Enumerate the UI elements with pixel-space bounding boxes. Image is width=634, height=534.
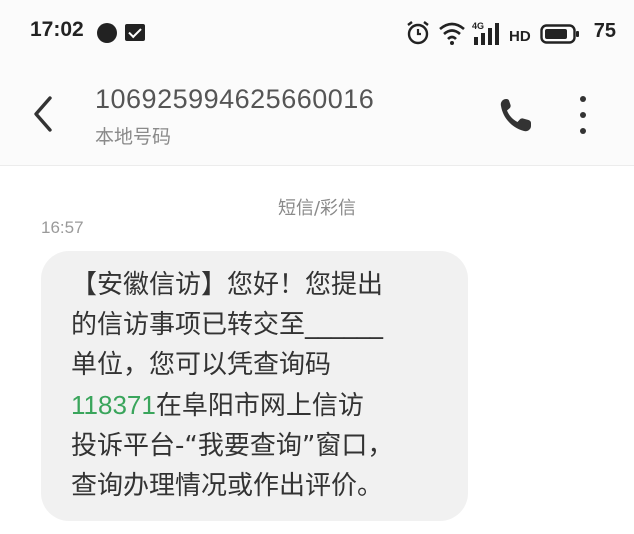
status-icons: 4G HD 75: [406, 20, 616, 46]
channel-label: 短信/彩信: [277, 198, 357, 219]
query-code-link[interactable]: 118371: [71, 390, 156, 420]
alarm-icon: [407, 21, 429, 45]
notification-mail-icon: [125, 24, 145, 41]
message-line: 查询办理情况或作出评价。: [71, 471, 384, 501]
battery-icon: [540, 24, 579, 44]
hd-voice-icon: HD: [509, 28, 531, 45]
more-options-icon[interactable]: [573, 94, 593, 136]
notification-bubble-icon: [97, 23, 117, 43]
message-line: 投诉平台-“我要查询”窗口，: [71, 431, 394, 461]
back-icon[interactable]: [28, 94, 58, 134]
message-timestamp: 16:57: [41, 218, 84, 237]
status-bar: 17:02 4G HD 75: [0, 0, 634, 64]
sender-location: 本地号码: [95, 126, 172, 148]
svg-text:HD: HD: [509, 28, 531, 45]
status-time: 17:02: [30, 18, 84, 41]
cellular-signal-icon: 4G: [472, 21, 499, 45]
message-bubble[interactable]: 【安徽信访】您好！您提出 的信访事项已转交至______ 单位，您可以凭查询码 …: [41, 251, 468, 521]
conversation-header: 106925994625660016 本地号码: [0, 64, 634, 166]
message-line: 【安徽信访】您好！您提出: [71, 270, 384, 300]
wifi-icon: [439, 22, 465, 45]
message-line-rest: 在阜阳市网上信访: [155, 391, 364, 421]
phone-icon[interactable]: [497, 96, 533, 134]
message-thread: 短信/彩信 16:57 【安徽信访】您好！您提出 的信访事项已转交至______…: [0, 167, 634, 534]
message-line: 的信访事项已转交至______: [71, 310, 384, 340]
battery-level: 75: [593, 20, 616, 42]
sender-number: 106925994625660016: [95, 84, 375, 114]
message-line: 118371在阜阳市网上信访: [71, 385, 443, 426]
message-line: 单位，您可以凭查询码: [71, 350, 332, 380]
svg-text:4G: 4G: [472, 21, 484, 31]
message-text: 【安徽信访】您好！您提出 的信访事项已转交至______ 单位，您可以凭查询码 …: [71, 265, 443, 506]
